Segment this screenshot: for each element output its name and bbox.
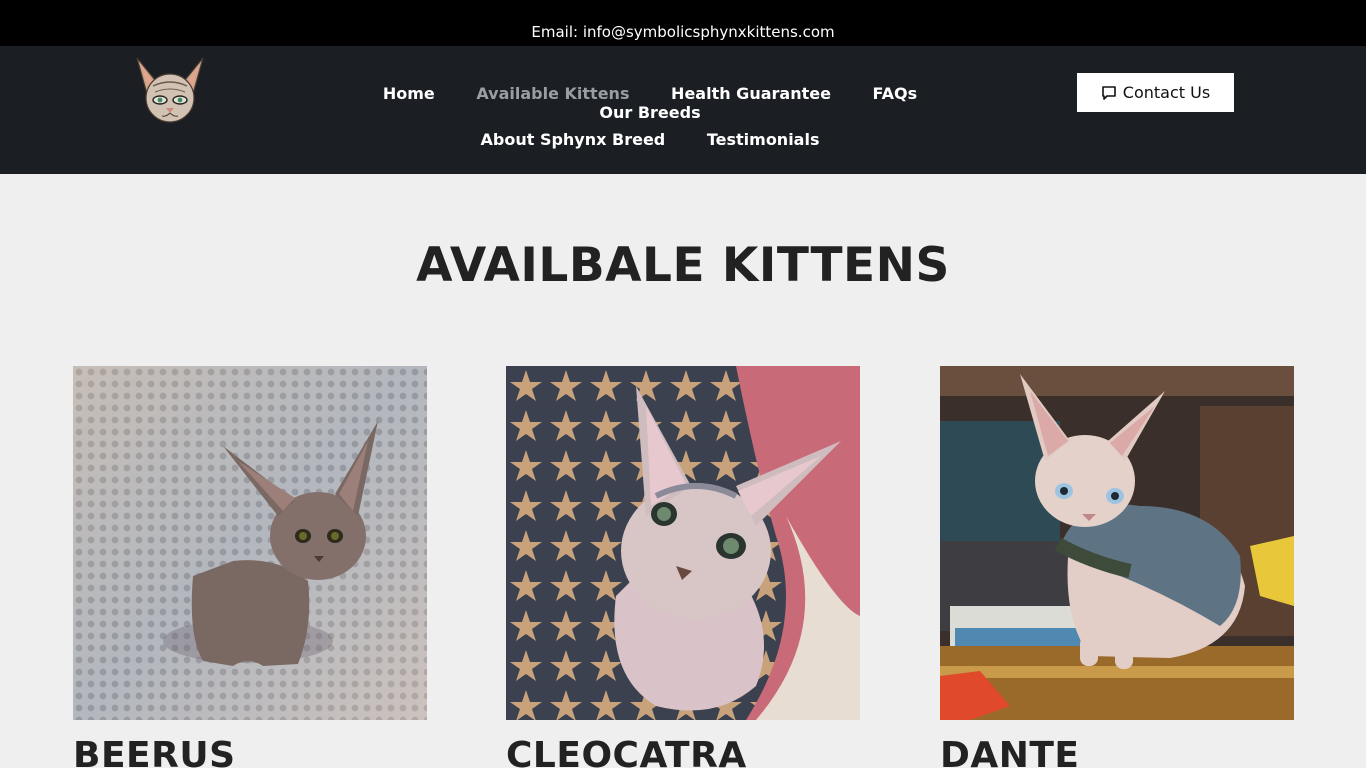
kitten-card-cleocatra[interactable]: CLEOCATRA: [506, 366, 860, 768]
contact-us-button[interactable]: Contact Us: [1077, 73, 1234, 112]
kitten-photo-beerus[interactable]: [73, 366, 427, 720]
kitten-card-dante[interactable]: DANTE: [940, 366, 1294, 768]
nav-health-guarantee[interactable]: Health Guarantee: [671, 84, 831, 103]
kitten-card-beerus[interactable]: BEERUS: [73, 366, 427, 768]
kitten-name[interactable]: DANTE: [940, 736, 1294, 768]
sphynx-cat-logo-icon[interactable]: [133, 56, 207, 126]
chat-bubble-icon: [1101, 85, 1116, 100]
page-title: AVAILBALE KITTENS: [416, 238, 950, 293]
nav-our-breeds[interactable]: Our Breeds: [599, 103, 700, 122]
kitten-photo-cleocatra[interactable]: [506, 366, 860, 720]
main-navigation: Home Available Kittens Health Guarantee …: [300, 46, 1000, 174]
kitten-photo-dante[interactable]: [940, 366, 1294, 720]
contact-us-label: Contact Us: [1122, 83, 1211, 102]
kitten-name[interactable]: CLEOCATRA: [506, 736, 860, 768]
nav-faqs[interactable]: FAQs: [873, 84, 918, 103]
nav-home[interactable]: Home: [383, 84, 435, 103]
site-header: Home Available Kittens Health Guarantee …: [0, 46, 1366, 174]
email-text[interactable]: Email: info@symbolicsphynxkittens.com: [531, 22, 834, 42]
nav-row-secondary: About Sphynx Breed Testimonials: [300, 130, 1000, 149]
nav-row-primary: Home Available Kittens Health Guarantee …: [300, 84, 1000, 122]
nav-about-sphynx-breed[interactable]: About Sphynx Breed: [481, 130, 666, 149]
nav-testimonials[interactable]: Testimonials: [707, 130, 820, 149]
top-contact-bar: Email: info@symbolicsphynxkittens.com: [0, 0, 1366, 46]
nav-available-kittens[interactable]: Available Kittens: [476, 84, 629, 103]
kitten-name[interactable]: BEERUS: [73, 736, 427, 768]
